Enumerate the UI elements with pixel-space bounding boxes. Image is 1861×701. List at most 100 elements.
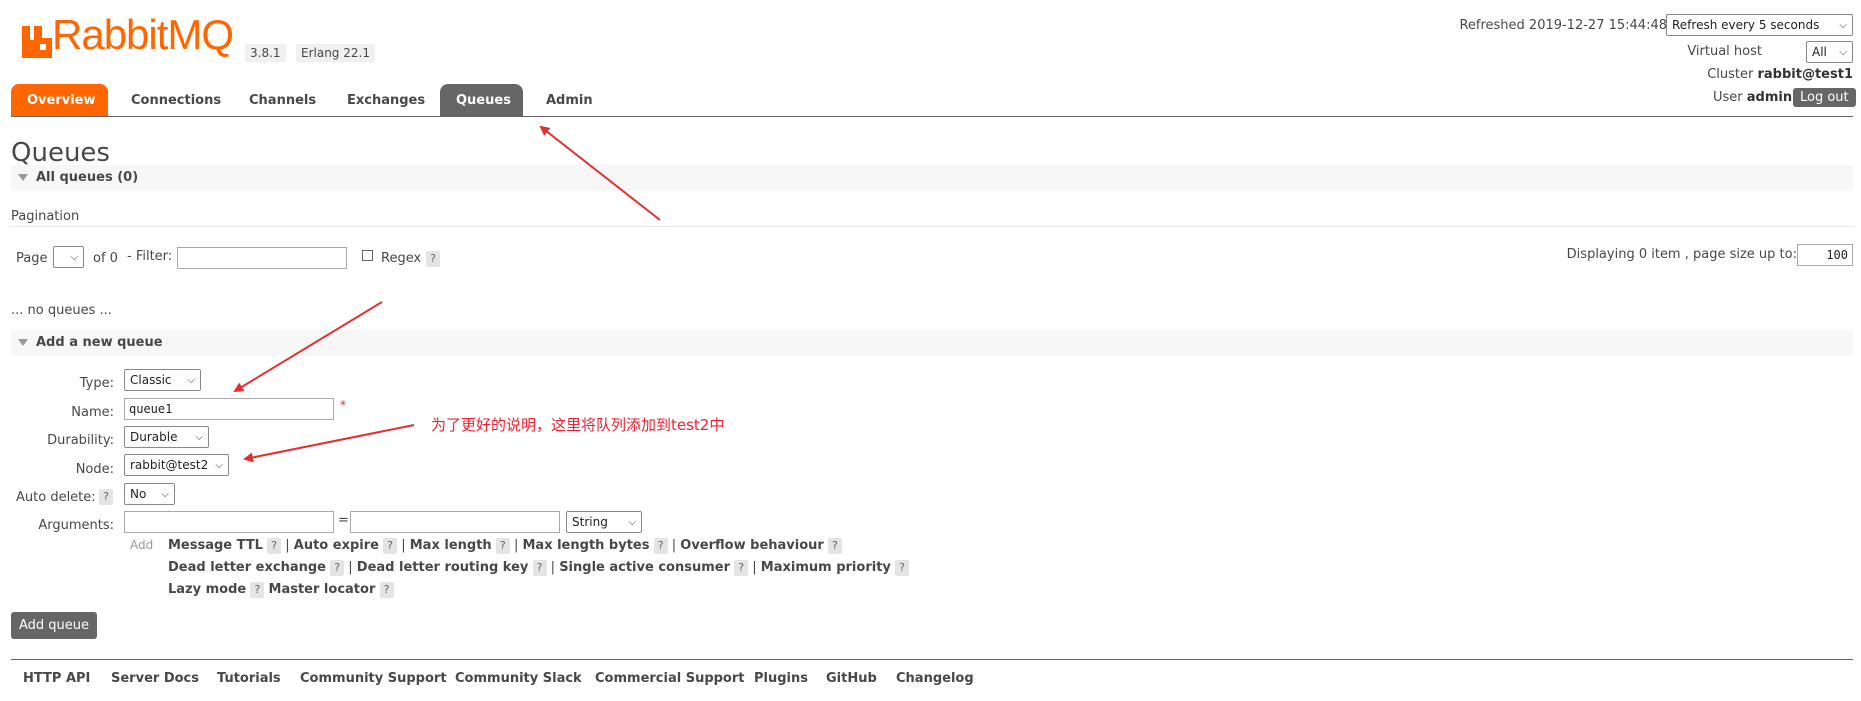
tab-admin[interactable]: Admin: [530, 84, 609, 117]
pagination-divider: [11, 226, 1853, 227]
displaying-label: Displaying 0 item , page size up to:: [1566, 247, 1797, 262]
chevron-down-icon: ⌵: [70, 252, 78, 263]
of-pages-label: of 0: [93, 251, 118, 266]
footer-link-http-api[interactable]: HTTP API: [23, 671, 90, 686]
vhost-value: All: [1812, 45, 1827, 59]
auto-expire-help-icon[interactable]: ?: [383, 538, 398, 554]
tab-connections[interactable]: Connections: [115, 84, 237, 117]
required-mark: *: [340, 398, 346, 412]
dead-letter-exchange-help-icon[interactable]: ?: [330, 560, 345, 576]
arg-link-dead-letter-exchange[interactable]: Dead letter exchange: [168, 560, 326, 575]
argument-type-select[interactable]: String ⌵: [566, 511, 642, 533]
filter-input[interactable]: [177, 247, 347, 269]
arg-link-master-locator[interactable]: Master locator: [269, 582, 376, 597]
message-ttl-help-icon[interactable]: ?: [267, 538, 282, 554]
arg-link-max-length[interactable]: Max length: [410, 538, 492, 553]
add-queue-button[interactable]: Add queue: [11, 612, 98, 639]
version-badge: 3.8.1: [245, 44, 286, 62]
arg-link-auto-expire[interactable]: Auto expire: [294, 538, 379, 553]
vhost-select[interactable]: All ⌵: [1806, 41, 1853, 63]
arguments-label: Arguments:: [38, 518, 114, 533]
refresh-interval-select[interactable]: Refresh every 5 seconds ⌵: [1666, 14, 1853, 36]
argument-value-input[interactable]: [350, 511, 560, 533]
rabbitmq-logo-icon: [22, 26, 52, 58]
auto-delete-select[interactable]: No ⌵: [124, 483, 175, 505]
type-label: Type:: [79, 376, 114, 391]
overflow-behaviour-help-icon[interactable]: ?: [827, 538, 842, 554]
footer-link-commercial-support[interactable]: Commercial Support: [595, 671, 745, 686]
arg-link-maximum-priority[interactable]: Maximum priority: [761, 560, 891, 575]
lazy-mode-help-icon[interactable]: ?: [250, 582, 265, 598]
no-queues-message: ... no queues ...: [11, 303, 112, 318]
user-label: User: [1713, 90, 1743, 105]
footer-link-community-support[interactable]: Community Support: [300, 671, 447, 686]
chevron-down-icon: ⌵: [187, 375, 195, 386]
page-title: Queues: [11, 138, 110, 168]
name-label: Name:: [71, 405, 114, 420]
cluster-label: Cluster: [1707, 67, 1754, 82]
tab-divider: [11, 116, 1853, 117]
argument-key-input[interactable]: [124, 511, 334, 533]
chevron-down-icon: ⌵: [215, 460, 223, 471]
arg-link-single-active-consumer[interactable]: Single active consumer: [559, 560, 730, 575]
node-select[interactable]: rabbit@test2 ⌵: [124, 454, 229, 476]
dead-letter-routing-key-help-icon[interactable]: ?: [532, 560, 547, 576]
footer-link-community-slack[interactable]: Community Slack: [455, 671, 582, 686]
arg-link-dead-letter-routing-key[interactable]: Dead letter routing key: [357, 560, 529, 575]
tab-exchanges[interactable]: Exchanges: [331, 84, 441, 117]
refresh-interval-value: Refresh every 5 seconds: [1672, 18, 1820, 32]
refreshed-timestamp: Refreshed 2019-12-27 15:44:48: [1459, 18, 1667, 33]
logout-button[interactable]: Log out: [1793, 88, 1856, 107]
page-size-input[interactable]: [1797, 244, 1853, 266]
max-length-help-icon[interactable]: ?: [495, 538, 510, 554]
node-label: Node:: [75, 462, 114, 477]
queue-type-select[interactable]: Classic ⌵: [124, 369, 201, 391]
tab-channels[interactable]: Channels: [233, 84, 332, 117]
equals-sign: =: [338, 513, 349, 528]
single-active-consumer-help-icon[interactable]: ?: [734, 560, 749, 576]
vhost-label: Virtual host: [1687, 44, 1762, 59]
queue-name-input[interactable]: [124, 398, 334, 420]
footer-link-server-docs[interactable]: Server Docs: [111, 671, 199, 686]
arg-link-lazy-mode[interactable]: Lazy mode: [168, 582, 246, 597]
arg-link-message-ttl[interactable]: Message TTL: [168, 538, 263, 553]
argument-links-row-2: Dead letter exchange ? | Dead letter rou…: [168, 560, 910, 576]
chevron-down-icon: ⌵: [161, 489, 169, 500]
tab-overview[interactable]: Overview: [11, 84, 108, 117]
maximum-priority-help-icon[interactable]: ?: [895, 560, 910, 576]
argument-type-value: String: [572, 515, 608, 529]
footer-link-github[interactable]: GitHub: [826, 671, 877, 686]
durability-label: Durability:: [47, 433, 114, 448]
pagination-label: Pagination: [11, 209, 80, 224]
collapse-triangle-icon: [18, 339, 28, 346]
arg-link-overflow-behaviour[interactable]: Overflow behaviour: [680, 538, 824, 553]
add-queue-section-header[interactable]: Add a new queue: [11, 330, 1853, 356]
page-select[interactable]: ⌵: [53, 246, 84, 268]
all-queues-section-header[interactable]: All queues (0): [11, 165, 1853, 191]
regex-label: Regex: [381, 251, 422, 266]
footer-link-plugins[interactable]: Plugins: [754, 671, 808, 686]
add-argument-label: Add: [130, 538, 154, 552]
regex-help-icon[interactable]: ?: [426, 251, 440, 267]
annotation-note: 为了更好的说明，这里将队列添加到test2中: [431, 416, 725, 434]
master-locator-help-icon[interactable]: ?: [379, 582, 394, 598]
footer-link-tutorials[interactable]: Tutorials: [217, 671, 281, 686]
durability-select[interactable]: Durable ⌵: [124, 426, 209, 448]
brand-name: RabbitMQ: [52, 11, 234, 58]
regex-checkbox[interactable]: [362, 250, 373, 261]
max-length-bytes-help-icon[interactable]: ?: [653, 538, 668, 554]
user-info: User admin: [1713, 90, 1792, 105]
footer-link-changelog[interactable]: Changelog: [896, 671, 974, 686]
arg-link-max-length-bytes[interactable]: Max length bytes: [522, 538, 649, 553]
tab-queues[interactable]: Queues: [440, 84, 523, 117]
all-queues-title: All queues (0): [36, 170, 139, 185]
chevron-down-icon: ⌵: [195, 432, 203, 443]
durability-value: Durable: [130, 430, 178, 444]
chevron-down-icon: ⌵: [1839, 47, 1847, 58]
auto-delete-help-icon[interactable]: ?: [99, 489, 113, 505]
footer-divider: [11, 659, 1853, 660]
page-label: Page: [16, 251, 48, 266]
add-queue-title: Add a new queue: [36, 335, 163, 350]
user-value: admin: [1746, 90, 1793, 105]
chevron-down-icon: ⌵: [628, 517, 636, 528]
